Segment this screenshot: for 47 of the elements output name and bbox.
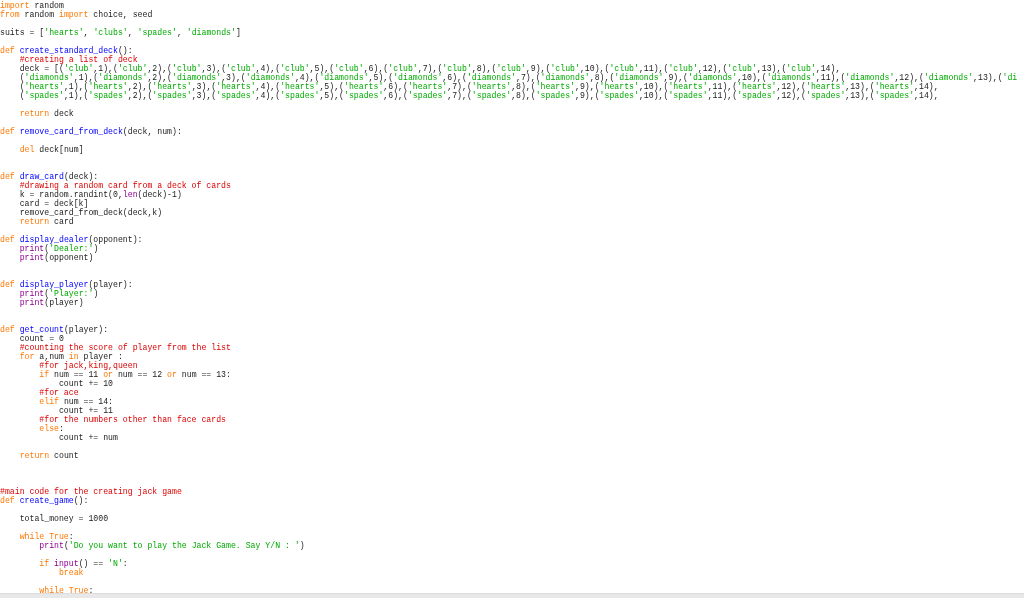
code-line: #for jack,king,queen	[38, 361, 138, 370]
code-line: remove_card_from_deck(deck,k)	[18, 208, 163, 217]
code-line: #drawing a random card from a deck of cards	[18, 181, 231, 190]
code-line: while True:	[38, 586, 94, 593]
code-line: #for the numbers other than face cards	[38, 415, 226, 424]
code-line: ('hearts',1),('hearts',2),('hearts',3),('hearts',4),('hearts',5),('hearts',6),('hearts',7),('hearts',8),('hearts',9),('hearts',10),('hearts',11),('hearts',12),('hearts',13),('hearts',14),	[18, 82, 939, 91]
code-line: #main code for the creating jack game	[0, 487, 182, 496]
code-line: return count	[18, 451, 79, 460]
code-line: suits = ['hearts', 'clubs', 'spades', 'diamonds']	[0, 28, 241, 37]
code-line: count += 10	[58, 379, 113, 388]
code-line: while True:	[18, 532, 74, 541]
code-line: ('spades',1),('spades',2),('spades',3),('spades',4),('spades',5),('spades',6),('spades',7),('spades',8),('spades',9),('spades',10),('spades',11),('spades',12),('spades',13),('spades',14),	[18, 91, 939, 100]
code-line: def display_player(player):	[0, 280, 133, 289]
code-line: card = deck[k]	[18, 199, 89, 208]
horizontal-scrollbar[interactable]	[0, 593, 1024, 598]
code-line: print('Player:')	[18, 289, 99, 298]
code-line: def create_standard_deck():	[0, 46, 133, 55]
code-line: print('Do you want to play the Jack Game. Say Y/N : ')	[38, 541, 305, 550]
code-line: total_money = 1000	[18, 514, 109, 523]
code-line: print('Dealer:')	[18, 244, 99, 253]
code-line: def get_count(player):	[0, 325, 109, 334]
code-line: return deck	[18, 109, 74, 118]
code-line: #creating a list of deck	[18, 55, 138, 64]
code-line: else:	[38, 424, 64, 433]
code-line: def draw_card(deck):	[0, 172, 99, 181]
code-line: count += 11	[57, 406, 113, 415]
code-line: print(player)	[18, 298, 84, 307]
code-line: print(opponent)	[18, 253, 94, 262]
code-line: def remove_card_from_deck(deck, num):	[0, 127, 182, 136]
code-line: break	[58, 568, 84, 577]
code-line: #counting the score of player from the list	[18, 343, 231, 352]
code-line: elif num == 14:	[38, 397, 113, 406]
code-line: if input() == 'N':	[38, 559, 128, 568]
code-line: del deck[num]	[18, 145, 84, 154]
code-line: return card	[18, 217, 74, 226]
code-line: for a,num in player :	[18, 352, 123, 361]
code-line: def create_game():	[0, 496, 89, 505]
code-line: def display_dealer(opponent):	[0, 235, 143, 244]
code-line: import random	[0, 1, 64, 10]
code-line: count += num	[57, 433, 118, 442]
code-line: #for ace	[38, 388, 79, 397]
code-line: from random import choice, seed	[0, 10, 153, 19]
code-line: deck = [('club',1),('club',2),('club',3),('club',4),('club',5),('club',6),('club',7),('club',8),('club',9),('club',10),('club',11),('club',12),('club',13),('club',14),	[18, 64, 841, 73]
code-line: count = 0	[18, 334, 64, 343]
code-line: k = random.randint(0,len(deck)-1)	[18, 190, 182, 199]
code-line: if num == 11 or num == 12 or num == 13:	[38, 370, 231, 379]
code-line: ('diamonds',1),('diamonds',2),('diamonds',3),('diamonds',4),('diamonds',5),('diamonds',6),('diamonds',7),('diamonds',8),('diamonds',9),('diamonds',10),('diamonds',11),('diamonds',12),('diamonds',13),('di	[18, 73, 1018, 82]
